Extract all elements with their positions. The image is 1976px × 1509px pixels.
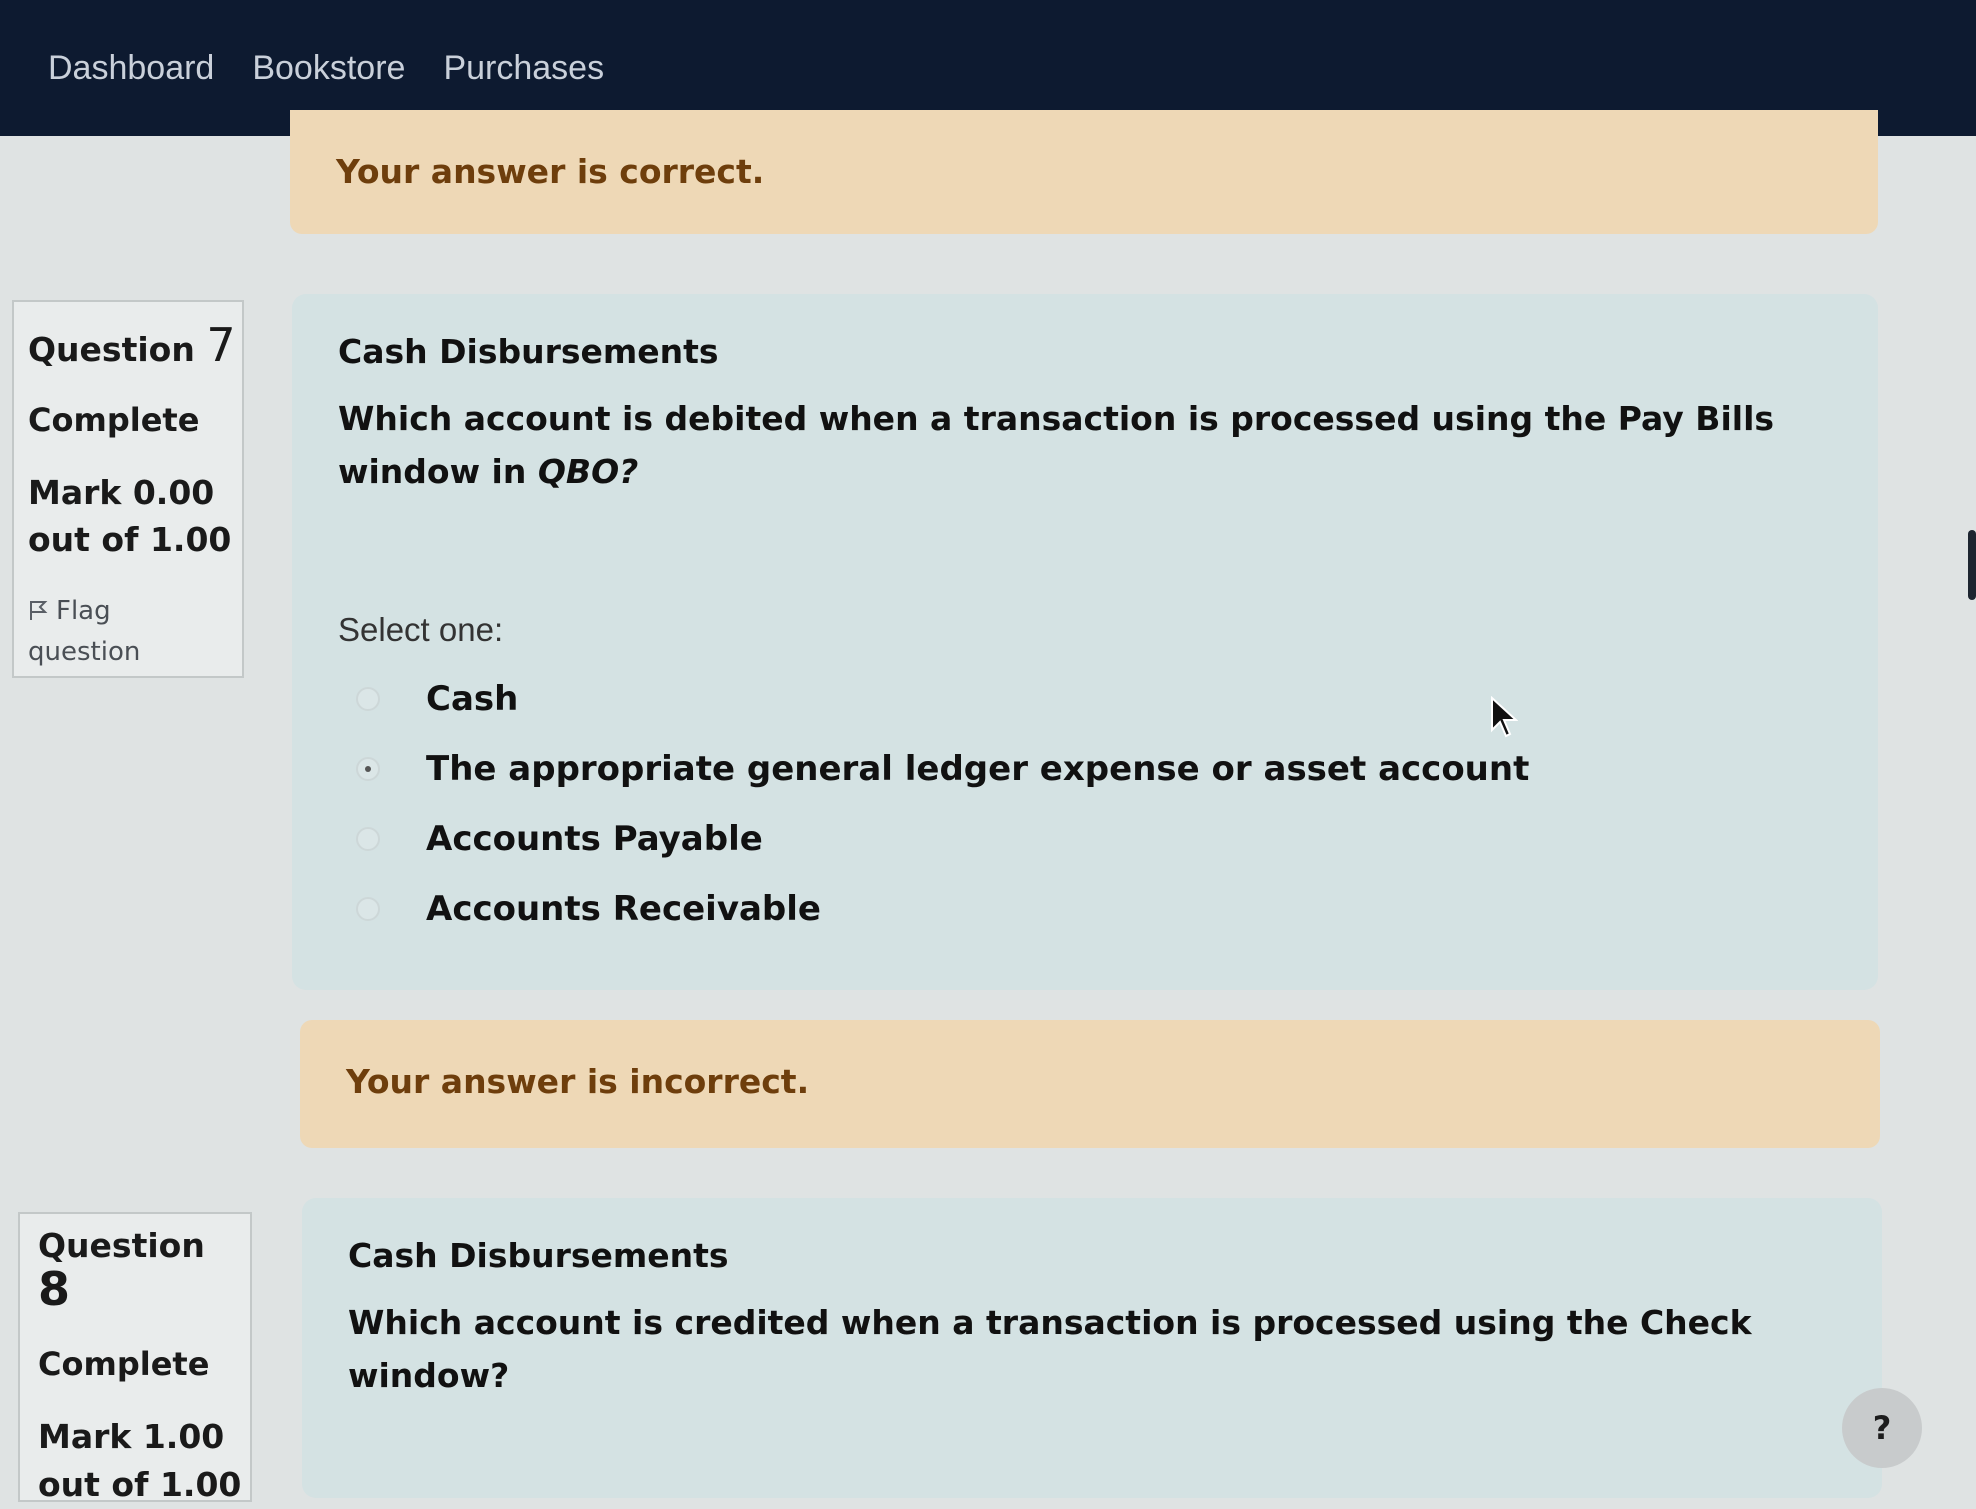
option-accounts-receivable[interactable]: Accounts Receivable [356,889,1878,929]
question-state: Complete [28,400,200,439]
option-label: Cash [426,678,519,719]
option-label: Accounts Receivable [426,888,821,929]
question-text: Which account is debited when a transact… [338,393,1818,499]
help-button[interactable]: ? [1842,1388,1922,1468]
question-8-info: Question 8 Complete Mark 1.00 out of 1.0… [18,1212,252,1504]
option-accounts-payable[interactable]: Accounts Payable [356,819,1878,859]
question-7-title: Question 7 [28,320,242,371]
flag-icon [28,594,56,633]
option-general-ledger[interactable]: The appropriate general ledger expense o… [356,749,1878,789]
question-8-title: Question 8 [38,1226,250,1317]
question-label: Question [38,1226,205,1265]
mouse-cursor-icon [1491,696,1518,738]
flag-label-2: question [28,637,141,668]
select-one-prompt: Select one: [338,610,504,648]
question-7-content: Cash Disbursements Which account is debi… [292,294,1878,990]
nav-purchases-link[interactable]: Purchases [443,49,604,88]
mark-line-1: Mark 1.00 [38,1416,225,1456]
option-label: Accounts Payable [426,818,763,859]
question-mark: Mark 1.00 out of 1.00 [38,1413,250,1509]
question-label: Question [28,330,195,369]
radio-button[interactable] [356,826,380,851]
option-label: The appropriate general ledger expense o… [426,748,1530,789]
feedback-correct: Your answer is correct. [290,110,1878,234]
radio-button-selected[interactable] [356,756,380,781]
question-text: Which account is credited when a transac… [348,1303,1752,1395]
mark-line-1: Mark 0.00 [28,472,215,512]
scrollbar-handle[interactable] [1968,530,1976,600]
mark-line-2: out of 1.00 [38,1464,242,1504]
question-heading: Cash Disbursements [338,332,719,371]
radio-button[interactable] [356,896,380,921]
question-8-content: Cash Disbursements Which account is cred… [302,1198,1882,1498]
question-number: 7 [206,318,236,372]
radio-button[interactable] [356,686,380,711]
option-cash[interactable]: Cash [356,679,1878,719]
feedback-incorrect: Your answer is incorrect. [300,1020,1880,1148]
question-mark: Mark 0.00 out of 1.00 [28,469,242,565]
question-7-info: Question 7 Complete Mark 0.00 out of 1.0… [12,300,244,678]
mark-line-2: out of 1.00 [28,520,232,560]
nav-dashboard-link[interactable]: Dashboard [48,49,214,88]
flag-label-1: Flag [56,596,111,627]
question-heading: Cash Disbursements [348,1236,729,1275]
question-number: 8 [38,1262,71,1317]
flag-question-link[interactable]: Flag question [28,592,242,672]
question-text-emphasis: QBO? [537,451,639,491]
nav-bookstore-link[interactable]: Bookstore [252,49,405,88]
question-state: Complete [38,1344,210,1383]
